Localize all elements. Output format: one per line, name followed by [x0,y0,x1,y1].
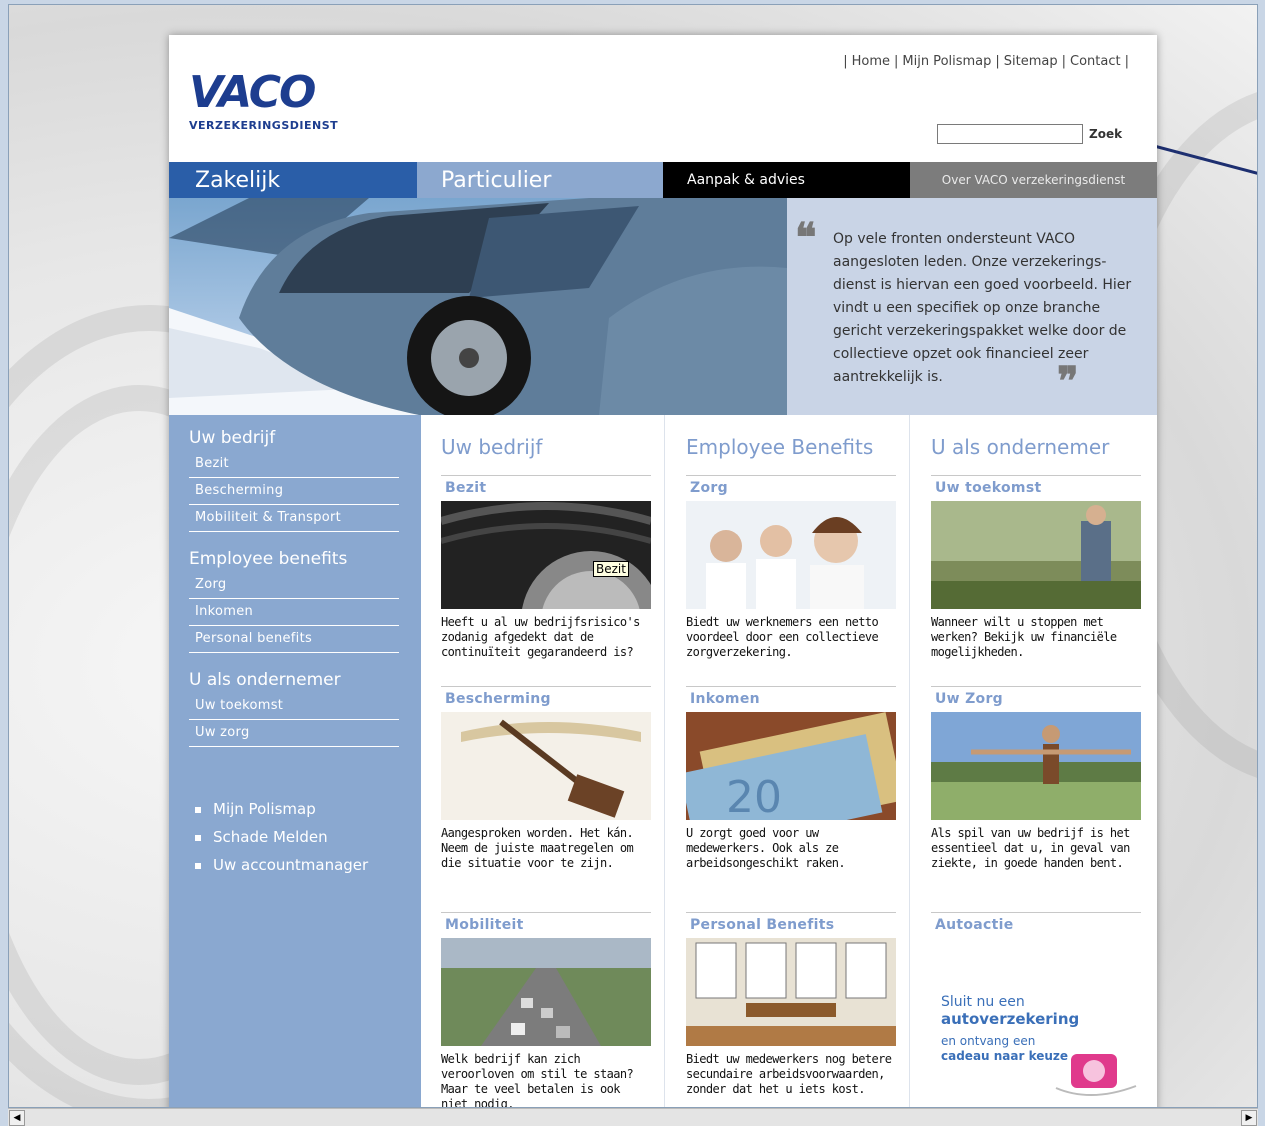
scroll-left-icon[interactable]: ◀ [9,1110,25,1126]
column-u-als-ondernemer: U als ondernemer Uw toekomst Wanneer wil… [911,415,1155,1107]
column-title: Employee Benefits [686,435,874,459]
logo-wordmark: VACO [189,67,316,118]
banknote-denomination: 20 [726,772,782,820]
card-autoactie[interactable]: Autoactie Sluit nu een autoverzekering e… [931,912,1141,1098]
card-zorg[interactable]: Zorg Biedt uw werknemers een netto voord… [686,475,896,660]
sidebar-link-schade-melden[interactable]: Schade Melden [195,823,421,851]
nav-tab-aanpak-advies[interactable]: Aanpak & advies [663,162,910,198]
toplink-contact[interactable]: Contact [1070,54,1121,69]
hero-quote-panel: ❝ Op vele fronten ondersteunt VACO aange… [787,198,1157,415]
toplink-mijn-polismap[interactable]: Mijn Polismap [902,54,991,69]
sidebar-link-uw-accountmanager[interactable]: Uw accountmanager [195,851,421,879]
gavel-image[interactable] [441,712,651,820]
main-nav: Zakelijk Particulier Aanpak & advies Ove… [169,162,1157,198]
card-bezit[interactable]: Bezit Bezit Heeft u al uw bedrijfsrisico… [441,475,651,660]
autoactie-promo[interactable]: Sluit nu een autoverzekering en ontvang … [931,938,1141,1098]
sidebar-item-uw-zorg[interactable]: Uw zorg [189,720,399,747]
left-sidebar: Uw bedrijf Bezit Bescherming Mobiliteit … [169,415,421,1107]
card-description: Als spil van uw bedrijf is het essentiee… [931,826,1130,870]
sidebar-item-mobiliteit-transport[interactable]: Mobiliteit & Transport [189,505,399,532]
card-description: Aangesproken worden. Het kán. Neem de ju… [441,826,634,870]
money-image[interactable]: 20 [686,712,896,820]
hero-car-image [169,198,787,415]
toplink-sitemap[interactable]: Sitemap [1004,54,1058,69]
sidebar-item-uw-toekomst[interactable]: Uw toekomst [189,693,399,720]
column-uw-bedrijf: Uw bedrijf Bezit Bezit Heeft u al uw bed… [421,415,665,1108]
card-heading[interactable]: Bescherming [441,686,651,712]
card-heading[interactable]: Autoactie [931,912,1141,938]
card-heading[interactable]: Mobiliteit [441,912,651,938]
search-box: Zoek [937,124,1122,144]
mp3-player-icon [1055,1054,1137,1096]
sidebar-link-mijn-polismap[interactable]: Mijn Polismap [195,795,421,823]
top-links: | Home | Mijn Polismap | Sitemap | Contact | [843,54,1129,69]
tire-image[interactable]: Bezit [441,501,651,609]
card-heading[interactable]: Uw Zorg [931,686,1141,712]
hero-banner: ❝ Op vele fronten ondersteunt VACO aange… [169,198,1157,415]
card-description: Biedt uw medewerkers nog betere secundai… [686,1052,892,1096]
search-input[interactable] [937,124,1083,144]
column-employee-benefits: Employee Benefits Zorg Biedt uw werkneme… [666,415,910,1107]
card-description: Biedt uw werknemers een netto voordeel d… [686,615,879,659]
nav-tab-over-vaco[interactable]: Over VACO verzekeringsdienst [910,162,1157,198]
card-mobiliteit[interactable]: Mobiliteit Welk bedrijf kan zich veroorl… [441,912,651,1108]
web-page: VACO VERZEKERINGSDIENST | Home | Mijn Polis… [169,35,1157,1108]
card-inkomen[interactable]: Inkomen 20 U zorgt goed voor uw medewerk… [686,686,896,871]
card-description: U zorgt goed voor uw medewerkers. Ook al… [686,826,846,870]
card-uw-toekomst[interactable]: Uw toekomst Wanneer wilt u stoppen met w… [931,475,1141,660]
traffic-image[interactable] [441,938,651,1046]
promo-line-2: autoverzekering [941,1010,1080,1028]
promo-line-3: en ontvang een [941,1034,1036,1048]
card-uw-zorg[interactable]: Uw Zorg Als spil van uw bedrijf is het e… [931,686,1141,871]
browser-viewport: VACO VERZEKERINGSDIENST | Home | Mijn Polis… [8,4,1258,1108]
sidebar-quick-links: Mijn Polismap Schade Melden Uw accountma… [169,795,421,879]
toplink-home[interactable]: Home [852,54,890,69]
promo-line-1: Sluit nu een [941,994,1025,1010]
search-button[interactable]: Zoek [1089,127,1122,141]
sidebar-item-personal-benefits[interactable]: Personal benefits [189,626,399,653]
dining-room-image[interactable] [686,938,896,1046]
card-bescherming[interactable]: Bescherming Aangesproken worden. Het kán… [441,686,651,871]
nav-tab-zakelijk[interactable]: Zakelijk [169,162,417,198]
sidebar-heading-uw-bedrijf[interactable]: Uw bedrijf [169,425,421,451]
card-heading[interactable]: Bezit [441,475,651,501]
sidebar-item-bescherming[interactable]: Bescherming [189,478,399,505]
column-title: U als ondernemer [931,435,1110,459]
scroll-right-icon[interactable]: ▶ [1241,1110,1257,1126]
column-title: Uw bedrijf [441,435,543,459]
card-heading[interactable]: Inkomen [686,686,896,712]
sidebar-item-bezit[interactable]: Bezit [189,451,399,478]
promo-line-4: cadeau naar keuze [941,1049,1069,1063]
card-heading[interactable]: Personal Benefits [686,912,896,938]
sidebar-heading-u-als-ondernemer[interactable]: U als ondernemer [169,667,421,693]
tooltip: Bezit [593,561,629,577]
card-description: Wanneer wilt u stoppen met werken? Bekij… [931,615,1117,659]
sidebar-item-zorg[interactable]: Zorg [189,572,399,599]
card-description: Heeft u al uw bedrijfsrisico's zodanig a… [441,615,640,659]
nav-tab-particulier[interactable]: Particulier [417,162,663,198]
close-quote-icon: ❞ [1057,358,1079,405]
card-personal-benefits[interactable]: Personal Benefits Biedt uw medewerkers n… [686,912,896,1097]
card-heading[interactable]: Uw toekomst [931,475,1141,501]
open-quote-icon: ❝ [795,214,817,261]
logo-subtitle: VERZEKERINGSDIENST [189,119,339,132]
sidebar-item-inkomen[interactable]: Inkomen [189,599,399,626]
horizontal-scrollbar[interactable]: ◀ ▶ [8,1108,1258,1126]
card-description: Welk bedrijf kan zich veroorloven om sti… [441,1052,634,1108]
golfer-image[interactable] [931,501,1141,609]
hero-quote-text: Op vele fronten ondersteunt VACO aangesl… [833,231,1132,385]
card-heading[interactable]: Zorg [686,475,896,501]
sidebar-heading-employee-benefits[interactable]: Employee benefits [169,546,421,572]
exercise-image[interactable] [931,712,1141,820]
vaco-logo[interactable]: VACO VERZEKERINGSDIENST [189,67,339,133]
medical-staff-image[interactable] [686,501,896,609]
